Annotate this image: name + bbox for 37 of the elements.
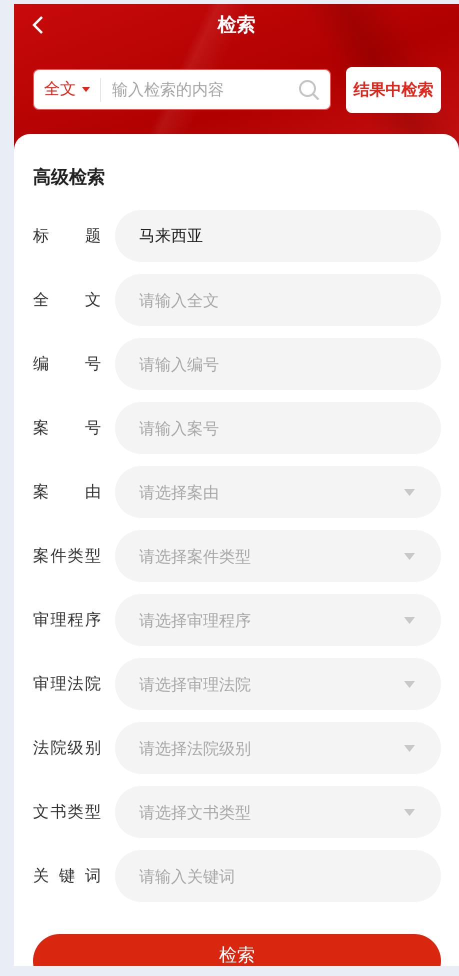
field-label: 关键词 bbox=[33, 866, 101, 886]
select-field[interactable]: 请选择文书类型 bbox=[115, 786, 441, 838]
field-label: 法院级别 bbox=[33, 738, 101, 758]
input-field[interactable]: 马来西亚 bbox=[115, 210, 441, 262]
search-button[interactable]: 检索 bbox=[33, 934, 441, 966]
search-within-results-button[interactable]: 结果中检索 bbox=[346, 67, 441, 113]
input-field[interactable]: 请输入全文 bbox=[115, 274, 441, 326]
field-label: 审理程序 bbox=[33, 610, 101, 630]
input-field[interactable]: 请输入关键词 bbox=[115, 850, 441, 902]
select-field[interactable]: 请选择案由 bbox=[115, 466, 441, 518]
search-icon[interactable] bbox=[298, 78, 320, 100]
caret-icon[interactable] bbox=[404, 745, 415, 752]
input-field[interactable]: 请输入编号 bbox=[115, 338, 441, 390]
field-label: 标题 bbox=[33, 226, 101, 246]
section-title: 高级检索 bbox=[33, 166, 106, 190]
field-label: 案件类型 bbox=[33, 546, 101, 566]
field-label: 文书类型 bbox=[33, 802, 101, 822]
input-field[interactable]: 请输入案号 bbox=[115, 402, 441, 454]
field-label: 案号 bbox=[33, 418, 101, 438]
select-field[interactable]: 请选择法院级别 bbox=[115, 722, 441, 774]
caret-icon[interactable] bbox=[404, 809, 415, 816]
select-field[interactable]: 请选择审理程序 bbox=[115, 594, 441, 646]
caret-icon[interactable] bbox=[404, 489, 415, 496]
page-title: 检索 bbox=[218, 13, 256, 38]
select-field[interactable]: 请选择审理法院 bbox=[115, 658, 441, 710]
caret-icon[interactable] bbox=[404, 553, 415, 560]
caret-icon[interactable] bbox=[404, 617, 415, 624]
field-label: 编号 bbox=[33, 354, 101, 374]
select-field[interactable]: 请选择案件类型 bbox=[115, 530, 441, 582]
field-label: 全文 bbox=[33, 290, 101, 310]
caret-icon bbox=[82, 87, 90, 92]
scope-dropdown[interactable]: 全文 bbox=[34, 78, 101, 102]
field-label: 案由 bbox=[33, 482, 101, 502]
caret-icon[interactable] bbox=[404, 681, 415, 688]
search-field[interactable]: 全文 输入检索的内容 bbox=[33, 69, 331, 110]
field-label: 审理法院 bbox=[33, 674, 101, 694]
back-icon[interactable] bbox=[32, 16, 44, 34]
